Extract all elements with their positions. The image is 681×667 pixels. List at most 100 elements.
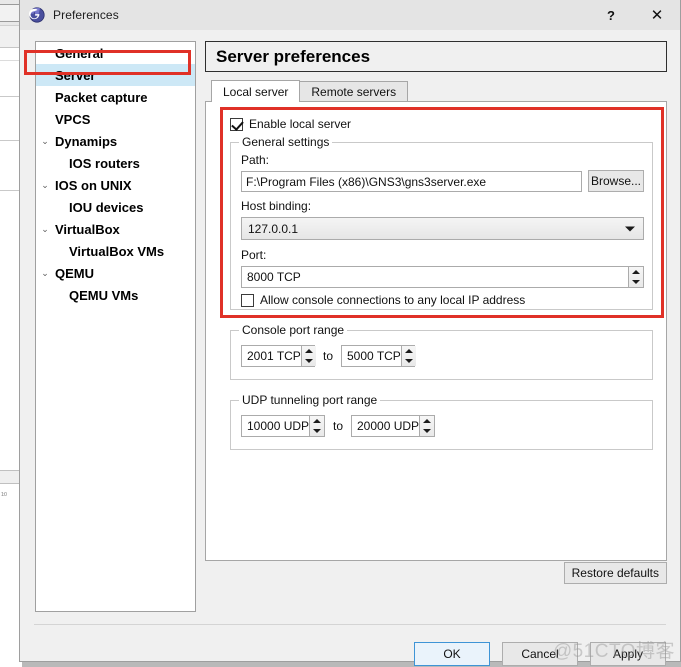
- background-tiny-text: 1:0: [1, 492, 7, 498]
- console-port-from-down[interactable]: [302, 356, 316, 366]
- udp-port-to-spinner[interactable]: [419, 416, 435, 436]
- sidebar-item-vpcs[interactable]: VPCS: [36, 108, 195, 130]
- sidebar-item-virtualbox-vms[interactable]: VirtualBox VMs: [36, 240, 195, 262]
- sidebar-item-label: IOS routers: [69, 155, 140, 171]
- sidebar-item-label: IOS on UNIX: [55, 177, 132, 193]
- footer-separator: [34, 624, 666, 625]
- allow-console-label: Allow console connections to any local I…: [260, 293, 526, 307]
- console-port-from-spinbox[interactable]: 2001 TCP: [241, 345, 316, 367]
- console-port-to-down[interactable]: [402, 356, 416, 366]
- tab-content-panel: Enable local server General settings Pat…: [205, 101, 667, 561]
- chevron-down-icon[interactable]: ⌄: [38, 180, 52, 191]
- dialog-body: General Server Packet capture VPCS ⌄ Dynamips…: [20, 30, 680, 666]
- udp-tunneling-port-range-group: UDP tunneling port range 10000 UDP to 20…: [230, 393, 653, 450]
- port-spinner-up[interactable]: [629, 267, 643, 277]
- host-binding-combobox[interactable]: 127.0.0.1: [241, 217, 644, 240]
- console-port-from-up[interactable]: [302, 346, 316, 356]
- console-port-range-title: Console port range: [239, 323, 348, 337]
- enable-local-server-label: Enable local server: [249, 117, 352, 131]
- tree-list: General Server Packet capture VPCS ⌄ Dynamips…: [36, 42, 195, 306]
- sidebar-item-label: QEMU: [55, 265, 94, 281]
- ok-button[interactable]: OK: [414, 642, 490, 666]
- tab-remote-servers[interactable]: Remote servers: [299, 81, 409, 102]
- cancel-button[interactable]: Cancel: [502, 642, 578, 666]
- udp-port-to-up[interactable]: [420, 416, 434, 426]
- allow-console-checkbox[interactable]: [241, 293, 254, 307]
- port-spinbox[interactable]: 8000 TCP: [241, 266, 644, 288]
- sidebar-item-iou-devices[interactable]: IOU devices: [36, 196, 195, 218]
- caret-up-icon: [304, 349, 313, 353]
- sidebar-item-label: VirtualBox VMs: [69, 243, 165, 259]
- help-button[interactable]: ?: [588, 0, 634, 30]
- port-label: Port:: [241, 248, 267, 262]
- tab-label: Local server: [223, 84, 289, 99]
- enable-local-server-checkbox[interactable]: [230, 117, 243, 131]
- dialog-footer: OK Cancel Apply: [414, 642, 666, 666]
- allow-console-row[interactable]: Allow console connections to any local I…: [241, 293, 525, 307]
- path-label: Path:: [241, 153, 270, 167]
- port-spinner[interactable]: [628, 267, 643, 287]
- main-panel: Server preferences Local server Remote se…: [205, 41, 667, 612]
- sidebar-item-virtualbox[interactable]: ⌄ VirtualBox: [36, 218, 195, 240]
- page-title: Server preferences: [216, 46, 371, 66]
- udp-port-to-down[interactable]: [420, 426, 434, 436]
- sidebar-item-packet-capture[interactable]: Packet capture: [36, 86, 195, 108]
- console-port-to-spinner[interactable]: [400, 346, 416, 366]
- tab-bar[interactable]: Local server Remote servers: [205, 80, 667, 102]
- caret-down-icon: [423, 429, 432, 433]
- gns3-logo-icon: [29, 7, 45, 23]
- console-port-from-value: 2001 TCP: [247, 349, 301, 363]
- page-title-box: Server preferences: [205, 41, 667, 72]
- dialog-titlebar: Preferences ? ✕: [20, 0, 680, 30]
- udp-tunneling-port-range-title: UDP tunneling port range: [239, 393, 381, 407]
- chevron-down-icon: [625, 226, 635, 231]
- sidebar-item-label: Dynamips: [55, 133, 118, 149]
- udp-port-to-spinbox[interactable]: 20000 UDP: [351, 415, 435, 437]
- browse-button[interactable]: Browse...: [588, 170, 644, 192]
- general-settings-group: General settings Path: F:\Program Files …: [230, 135, 653, 310]
- close-button[interactable]: ✕: [634, 0, 680, 30]
- sidebar-item-qemu-vms[interactable]: QEMU VMs: [36, 284, 195, 306]
- console-port-to-up[interactable]: [402, 346, 416, 356]
- udp-port-from-up[interactable]: [310, 416, 324, 426]
- console-port-to-value: 5000 TCP: [347, 349, 401, 363]
- udp-port-from-value: 10000 UDP: [247, 419, 310, 433]
- dialog-title: Preferences: [53, 8, 119, 22]
- udp-port-from-spinner[interactable]: [309, 416, 325, 436]
- console-port-to-label: to: [323, 349, 334, 363]
- enable-local-server-row[interactable]: Enable local server: [230, 117, 351, 131]
- sidebar-item-label: VirtualBox: [55, 221, 120, 237]
- sidebar-item-dynamips[interactable]: ⌄ Dynamips: [36, 130, 195, 152]
- preferences-category-tree[interactable]: General Server Packet capture VPCS ⌄ Dynamips…: [35, 41, 196, 612]
- host-binding-label: Host binding:: [241, 199, 312, 213]
- caret-down-icon: [632, 280, 640, 284]
- general-settings-title: General settings: [239, 135, 333, 149]
- chevron-down-icon[interactable]: ⌄: [38, 224, 52, 235]
- sidebar-item-label: QEMU VMs: [69, 287, 139, 303]
- tab-local-server[interactable]: Local server: [211, 80, 301, 102]
- chevron-down-icon[interactable]: ⌄: [38, 136, 52, 147]
- port-spinner-down[interactable]: [629, 277, 643, 287]
- sidebar-item-label: Server: [55, 67, 96, 83]
- udp-port-from-spinbox[interactable]: 10000 UDP: [241, 415, 325, 437]
- chevron-down-icon[interactable]: ⌄: [38, 268, 52, 279]
- sidebar-item-label: Packet capture: [55, 89, 148, 105]
- sidebar-item-qemu[interactable]: ⌄ QEMU: [36, 262, 195, 284]
- console-port-to-spinbox[interactable]: 5000 TCP: [341, 345, 416, 367]
- apply-button[interactable]: Apply: [590, 642, 666, 666]
- console-port-from-spinner[interactable]: [300, 346, 316, 366]
- caret-up-icon: [632, 270, 640, 274]
- sidebar-item-server[interactable]: Server: [36, 64, 195, 86]
- host-binding-value: 127.0.0.1: [248, 221, 299, 236]
- udp-port-from-down[interactable]: [310, 426, 324, 436]
- sidebar-item-ios-routers[interactable]: IOS routers: [36, 152, 195, 174]
- server-path-input[interactable]: F:\Program Files (x86)\GNS3\gns3server.e…: [241, 171, 582, 192]
- restore-defaults-button[interactable]: Restore defaults: [563, 562, 667, 584]
- sidebar-item-ios-on-unix[interactable]: ⌄ IOS on UNIX: [36, 174, 195, 196]
- caret-down-icon: [313, 429, 322, 433]
- restore-defaults-row: Restore defaults: [205, 562, 667, 584]
- caret-down-icon: [304, 359, 313, 363]
- sidebar-item-general[interactable]: General: [36, 42, 195, 64]
- close-icon: ✕: [650, 6, 664, 24]
- sidebar-item-label: VPCS: [55, 111, 91, 127]
